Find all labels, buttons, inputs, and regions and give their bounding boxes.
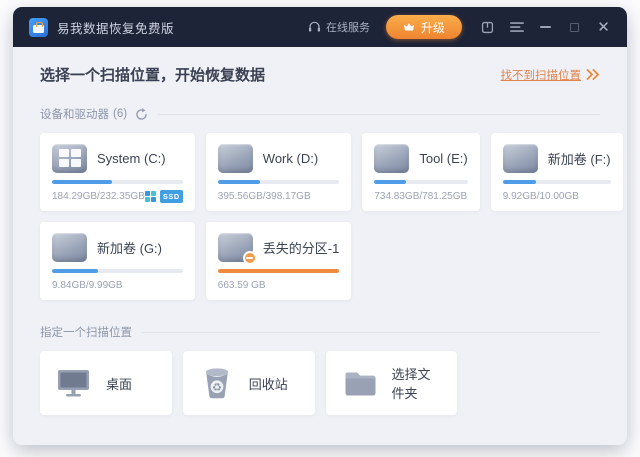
- drive-icon: [218, 233, 253, 262]
- online-service-label: 在线服务: [326, 19, 370, 35]
- scan-location-card[interactable]: ♻ 回收站: [183, 351, 315, 415]
- app-logo-icon: [29, 18, 48, 37]
- devices-section-label: 设备和驱动器: [40, 106, 109, 122]
- recycle-bin-icon: ♻: [199, 367, 235, 399]
- drive-icon: [374, 144, 409, 173]
- maximize-icon: [570, 23, 579, 32]
- drive-usage-bar: [52, 180, 183, 184]
- drive-usage-bar: [503, 180, 611, 184]
- drive-sizes: 9.92GB/10.00GB: [503, 191, 579, 202]
- drive-sizes: 184.29GB/232.35GB: [52, 191, 145, 202]
- drive-usage-fill: [218, 180, 261, 184]
- crown-icon: [403, 22, 415, 32]
- drive-sizes: 9.84GB/9.99GB: [52, 280, 123, 291]
- online-service-button[interactable]: 在线服务: [308, 19, 370, 35]
- svg-text:♻: ♻: [212, 382, 222, 394]
- drive-card[interactable]: 新加卷 (G:) 9.84GB/9.99GB: [40, 222, 195, 300]
- section-divider: [158, 114, 600, 115]
- drive-name: 新加卷 (F:): [548, 149, 611, 168]
- drive-usage-fill: [52, 180, 112, 184]
- drive-card[interactable]: Tool (E:) 734.83GB/781.25GB: [362, 133, 479, 211]
- drive-usage-bar: [218, 269, 340, 273]
- drive-icon: [52, 233, 87, 262]
- drive-usage-fill: [374, 180, 406, 184]
- drive-name: Tool (E:): [419, 151, 467, 166]
- refresh-button[interactable]: [135, 108, 148, 121]
- cannot-find-location-link[interactable]: 找不到扫描位置: [501, 67, 601, 83]
- close-icon: ✕: [597, 20, 610, 35]
- drive-name: 丢失的分区-1: [263, 238, 340, 257]
- drive-usage-bar: [52, 269, 183, 273]
- drive-usage-bar: [218, 180, 340, 184]
- drive-sizes: 734.83GB/781.25GB: [374, 191, 467, 202]
- windows-logo-overlay: [52, 144, 87, 173]
- close-button[interactable]: ✕: [596, 20, 611, 35]
- drive-card[interactable]: 丢失的分区-1 663.59 GB: [206, 222, 352, 300]
- titlebar-actions: 在线服务 升级: [308, 15, 611, 39]
- activation-icon: [481, 21, 494, 34]
- scan-location-card[interactable]: 选择文件夹: [326, 351, 458, 415]
- scan-location-label: 回收站: [249, 374, 288, 393]
- minimize-icon: [540, 26, 551, 28]
- maximize-button[interactable]: [567, 20, 582, 35]
- titlebar: 易我数据恢复免费版 在线服务 升级: [13, 7, 627, 47]
- devices-count: (6): [113, 108, 127, 120]
- windows-badge-icon: [145, 191, 156, 202]
- help-link-label: 找不到扫描位置: [501, 67, 582, 83]
- minimize-button[interactable]: [538, 20, 553, 35]
- drive-card[interactable]: System (C:) 184.29GB/232.35GB SSD: [40, 133, 195, 211]
- upgrade-button[interactable]: 升级: [386, 15, 462, 39]
- upgrade-label: 升级: [421, 19, 445, 36]
- drive-sizes: 663.59 GB: [218, 280, 266, 291]
- drive-usage-bar: [374, 180, 467, 184]
- app-title: 易我数据恢复免费版: [57, 18, 174, 37]
- ssd-badge: SSD: [160, 190, 183, 203]
- app-window: 易我数据恢复免费版 在线服务 升级: [13, 7, 627, 445]
- drive-icon: [218, 144, 253, 173]
- specify-section-label: 指定一个扫描位置: [40, 324, 132, 340]
- drive-card[interactable]: 新加卷 (F:) 9.92GB/10.00GB: [491, 133, 623, 211]
- scan-location-label: 桌面: [106, 374, 132, 393]
- menu-button[interactable]: [509, 20, 524, 35]
- drive-name: 新加卷 (G:): [97, 238, 162, 257]
- double-chevron-icon: [586, 69, 600, 80]
- scan-location-card[interactable]: 桌面: [40, 351, 172, 415]
- drive-name: System (C:): [97, 151, 166, 166]
- section-divider: [142, 332, 600, 333]
- drive-sizes: 395.56GB/398.17GB: [218, 191, 311, 202]
- specify-section-header: 指定一个扫描位置: [40, 324, 600, 340]
- drive-name: Work (D:): [263, 151, 318, 166]
- main-content: 选择一个扫描位置，开始恢复数据 找不到扫描位置 设备和驱动器 (6) Syst: [13, 47, 627, 415]
- scan-location-label: 选择文件夹: [392, 364, 442, 402]
- drive-card[interactable]: Work (D:) 395.56GB/398.17GB: [206, 133, 352, 211]
- window-controls: ✕: [480, 20, 611, 35]
- drive-icon: [503, 144, 538, 173]
- page-title: 选择一个扫描位置，开始恢复数据: [40, 64, 265, 85]
- lost-partition-badge: [243, 251, 257, 265]
- drive-usage-fill: [218, 269, 340, 273]
- devices-section-header: 设备和驱动器 (6): [40, 106, 600, 122]
- page-header: 选择一个扫描位置，开始恢复数据 找不到扫描位置: [40, 64, 600, 85]
- folder-icon: [342, 370, 378, 396]
- hamburger-menu-icon: [510, 21, 524, 33]
- refresh-icon: [135, 108, 148, 121]
- locations-grid: 桌面 ♻ 回收站 选择文件夹: [40, 351, 600, 415]
- activation-button[interactable]: [480, 20, 495, 35]
- headset-icon: [308, 21, 321, 34]
- drive-icon: [52, 144, 87, 173]
- drive-usage-fill: [52, 269, 98, 273]
- drive-usage-fill: [503, 180, 536, 184]
- drives-grid: System (C:) 184.29GB/232.35GB SSD Work (…: [40, 133, 600, 300]
- desktop-icon: [56, 368, 92, 398]
